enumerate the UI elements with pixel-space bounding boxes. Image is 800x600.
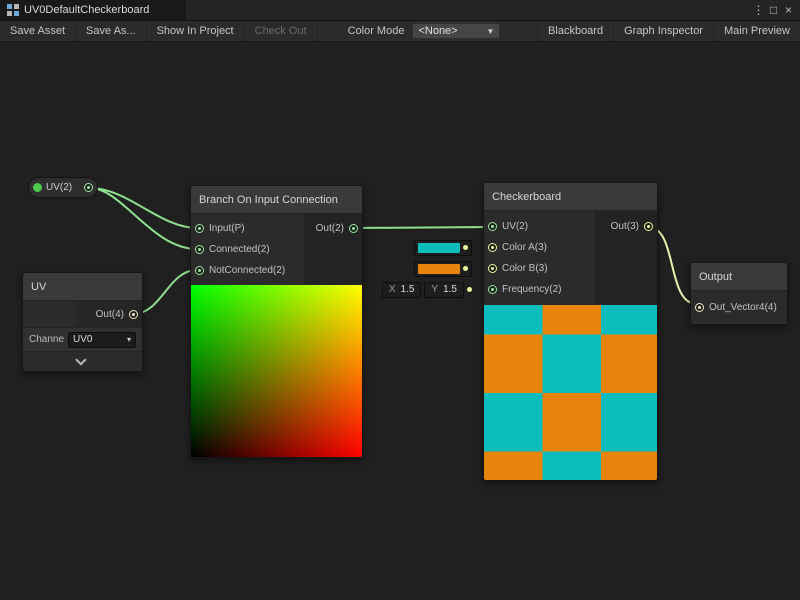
node-title[interactable]: Checkerboard: [484, 183, 657, 211]
checkerboard-preview: [484, 305, 657, 480]
frequency-field: X 1.5 Y 1.5: [382, 282, 472, 298]
port-row-frequency[interactable]: X 1.5 Y 1.5 Frequency(2): [484, 279, 595, 300]
uv-input-port[interactable]: [488, 222, 497, 231]
branch-output-column: Out(2): [304, 214, 362, 285]
toolbar-right-group: Blackboard Graph Inspector Main Preview: [537, 21, 800, 41]
connected-port[interactable]: [195, 245, 204, 254]
out-vector4-port[interactable]: [695, 303, 704, 312]
kebab-menu-icon[interactable]: ⋮: [751, 0, 766, 20]
x-axis-value: 1.5: [401, 284, 415, 295]
document-tab[interactable]: UV0DefaultCheckerboard: [0, 0, 186, 20]
connector-dot-icon: [463, 245, 468, 250]
property-dot-icon: [33, 183, 42, 192]
close-icon[interactable]: ×: [781, 0, 796, 20]
port-row-input-p[interactable]: Input(P): [191, 218, 304, 239]
shader-graph-icon: [7, 4, 19, 16]
x-axis-label: X: [389, 284, 396, 295]
frequency-label: Frequency(2): [502, 284, 561, 295]
out3-label: Out(3): [611, 221, 639, 232]
titlebar: UV0DefaultCheckerboard ⋮ □ ×: [0, 0, 800, 21]
out4-port[interactable]: [129, 310, 138, 319]
node-checkerboard[interactable]: Checkerboard UV(2) Color A(3): [483, 182, 658, 481]
port-row-connected[interactable]: Connected(2): [191, 239, 304, 260]
chevron-down-icon: [75, 354, 86, 365]
port-row-out-vector4[interactable]: Out_Vector4(4): [691, 297, 787, 318]
frequency-y-input[interactable]: Y 1.5: [424, 282, 464, 298]
edge-uvtoken-to-connected[interactable]: [90, 188, 197, 249]
node-branch-on-input-connection[interactable]: Branch On Input Connection Input(P) Conn…: [190, 185, 363, 458]
blackboard-button[interactable]: Blackboard: [537, 21, 613, 41]
main-preview-button[interactable]: Main Preview: [713, 21, 800, 41]
toolbar: Save Asset Save As... Show In Project Ch…: [0, 21, 800, 42]
port-row-notconnected[interactable]: NotConnected(2): [191, 260, 304, 281]
connector-dot-icon: [467, 287, 472, 292]
maximize-icon[interactable]: □: [766, 0, 781, 20]
edge-branchout-to-checkerboard-uv[interactable]: [353, 227, 491, 228]
graph-inspector-button[interactable]: Graph Inspector: [613, 21, 713, 41]
color-mode-label: Color Mode: [318, 25, 413, 37]
node-uv[interactable]: UV Out(4) Channe UV0 ▾: [22, 272, 143, 372]
port-row-out2[interactable]: Out(2): [304, 218, 362, 239]
tab-title: UV0DefaultCheckerboard: [24, 4, 149, 16]
uv-gradient-preview: [191, 285, 362, 457]
port-row-color-b[interactable]: Color B(3): [484, 258, 595, 279]
uv-token-output-port[interactable]: [84, 183, 93, 192]
notconnected-port[interactable]: [195, 266, 204, 275]
color-a-label: Color A(3): [502, 242, 547, 253]
port-row-out4[interactable]: Out(4): [23, 301, 142, 327]
collapse-preview-button[interactable]: [23, 351, 142, 371]
y-axis-label: Y: [431, 284, 438, 295]
notconnected-label: NotConnected(2): [209, 265, 285, 276]
checkerboard-ports: UV(2) Color A(3): [484, 211, 657, 305]
channel-value: UV0: [73, 334, 92, 345]
color-b-label: Color B(3): [502, 263, 548, 274]
graph-canvas[interactable]: UV(2) Branch On Input Connection Input(P…: [0, 43, 800, 600]
frequency-port[interactable]: [488, 285, 497, 294]
check-out-button: Check Out: [245, 21, 318, 41]
color-a-port[interactable]: [488, 243, 497, 252]
color-b-field[interactable]: [414, 261, 472, 277]
chevron-down-icon: ▼: [487, 27, 495, 36]
input-p-port[interactable]: [195, 224, 204, 233]
uv-input-label: UV(2): [502, 221, 528, 232]
port-row-out3[interactable]: Out(3): [595, 216, 657, 237]
out-vector4-label: Out_Vector4(4): [709, 302, 777, 313]
color-b-port[interactable]: [488, 264, 497, 273]
out2-port[interactable]: [349, 224, 358, 233]
connector-dot-icon: [463, 266, 468, 271]
uv-property-token[interactable]: UV(2): [28, 177, 98, 198]
uv-token-label: UV(2): [46, 182, 80, 193]
connected-label: Connected(2): [209, 244, 270, 255]
save-as-button[interactable]: Save As...: [76, 21, 147, 41]
node-title[interactable]: UV: [23, 273, 142, 301]
port-row-color-a[interactable]: Color A(3): [484, 237, 595, 258]
node-title[interactable]: Branch On Input Connection: [191, 186, 362, 214]
color-mode-value: <None>: [418, 25, 457, 37]
y-axis-value: 1.5: [443, 284, 457, 295]
node-title[interactable]: Output: [691, 263, 787, 291]
out2-label: Out(2): [316, 223, 344, 234]
window-controls: ⋮ □ ×: [751, 0, 800, 20]
node-output[interactable]: Output Out_Vector4(4): [690, 262, 788, 325]
color-a-field[interactable]: [414, 240, 472, 256]
output-input-column: Out_Vector4(4): [691, 291, 787, 324]
out4-label: Out(4): [96, 309, 124, 320]
input-p-label: Input(P): [209, 223, 245, 234]
port-row-uv[interactable]: UV(2): [484, 216, 595, 237]
checkerboard-input-column: UV(2) Color A(3): [484, 211, 595, 305]
out3-port[interactable]: [644, 222, 653, 231]
uv-channel-row: Channe UV0 ▾: [23, 327, 142, 351]
chevron-down-icon: ▾: [127, 335, 131, 344]
branch-ports: Input(P) Connected(2) NotConnected(2) Ou…: [191, 214, 362, 285]
channel-dropdown[interactable]: UV0 ▾: [68, 332, 136, 348]
channel-label: Channe: [29, 334, 64, 345]
color-a-swatch[interactable]: [418, 243, 460, 253]
color-b-swatch[interactable]: [418, 264, 460, 274]
frequency-x-input[interactable]: X 1.5: [382, 282, 422, 298]
branch-input-column: Input(P) Connected(2) NotConnected(2): [191, 214, 304, 285]
save-asset-button[interactable]: Save Asset: [0, 21, 76, 41]
show-in-project-button[interactable]: Show In Project: [147, 21, 245, 41]
checkerboard-output-column: Out(3): [595, 211, 657, 305]
color-mode-dropdown[interactable]: <None> ▼: [412, 23, 500, 39]
